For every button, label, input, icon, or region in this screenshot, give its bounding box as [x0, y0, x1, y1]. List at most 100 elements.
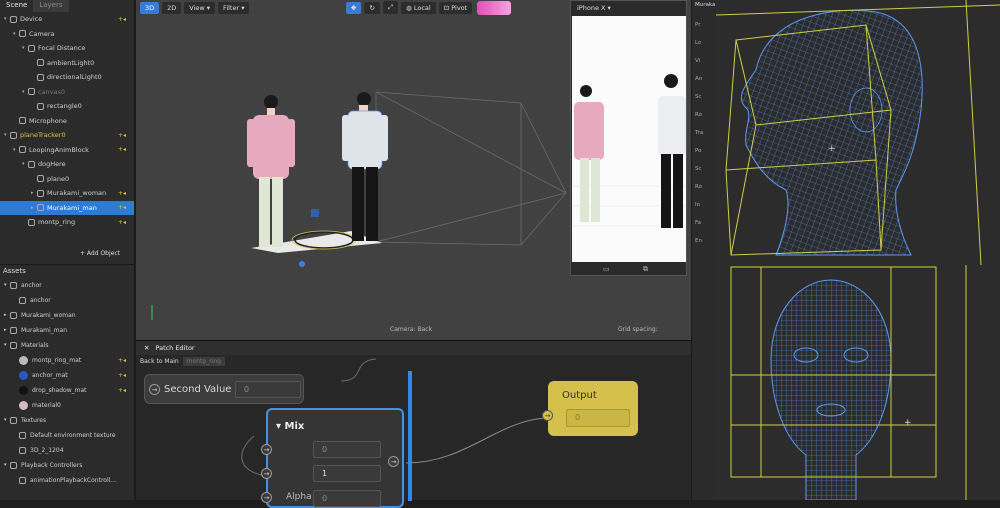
rotate-tool-icon[interactable]: ↻	[364, 1, 380, 14]
scene-tree-item[interactable]: plane0	[0, 172, 134, 187]
scene-tree-label: Camera	[29, 29, 55, 38]
scene-tree-item[interactable]: ▾ dogHere	[0, 157, 134, 172]
mix-input-a-field[interactable]: 0	[313, 441, 381, 458]
inspector-row[interactable]: Pr	[695, 22, 717, 28]
second-value-node[interactable]: → Second Value 0	[144, 374, 304, 404]
scale-tool-icon[interactable]: ⤢	[382, 1, 399, 14]
patch-badge-icon[interactable]: +◂	[118, 190, 126, 197]
second-value-field[interactable]: 0	[235, 381, 301, 398]
inspector-row[interactable]: Lo	[695, 40, 717, 46]
rotate-device-icon[interactable]: ▭	[603, 265, 610, 273]
patch-badge-icon[interactable]: +◂	[118, 387, 126, 394]
scene-tree-item[interactable]: ▾ LoopingAnimBlock +◂	[0, 143, 134, 158]
scene-tree-item[interactable]: ▾ planeTracker0 +◂	[0, 128, 134, 143]
asset-item[interactable]: ▾ anchor	[0, 278, 134, 293]
asset-item[interactable]: drop_shadow_mat +◂	[0, 383, 134, 398]
output-label: Output	[562, 390, 597, 401]
add-object-button[interactable]: + Add Object	[0, 250, 134, 264]
asset-item[interactable]: ▸ Murakami_man	[0, 323, 134, 338]
scene-tree-item[interactable]: ▸ Murakami_man +◂	[0, 200, 134, 215]
inspector-panel: Muraka Pr Lo Vi An Sc Ro Tra Po Sc Ro In Fa En	[691, 0, 716, 500]
inspector-row[interactable]: Po	[695, 148, 717, 154]
object-icon	[28, 160, 35, 168]
view-dropdown[interactable]: View ▾	[184, 1, 216, 14]
output-field[interactable]: 0	[566, 409, 630, 427]
inspector-row[interactable]: En	[695, 238, 717, 244]
asset-item[interactable]: 3D_2_1204	[0, 443, 134, 458]
move-tool-icon[interactable]: ✥	[346, 1, 362, 14]
local-toggle[interactable]: ◍ Local	[401, 1, 436, 14]
patch-badge-icon[interactable]: +◂	[118, 146, 126, 153]
pivot-label: Pivot	[451, 3, 468, 12]
woman-figure	[247, 95, 295, 247]
alpha-input-port[interactable]: →	[261, 492, 272, 503]
scene-tree-item[interactable]: ▾ Device +◂	[0, 12, 134, 27]
output-input-port[interactable]: →	[542, 410, 553, 421]
preview-render	[572, 74, 686, 228]
scene-tree-label: canvas0	[38, 87, 66, 96]
mix-input-b-field[interactable]: 1	[313, 465, 381, 482]
patch-badge-icon[interactable]: +◂	[118, 372, 126, 379]
mode-3d-button[interactable]: 3D	[140, 1, 160, 14]
globe-icon: ◍	[406, 3, 414, 12]
asset-item[interactable]: ▸ Murakami_woman	[0, 308, 134, 323]
scene-tree-item[interactable]: ▾ Focal Distance	[0, 41, 134, 56]
output-node[interactable]: Output 0 →	[542, 381, 638, 436]
tab-scene[interactable]: Scene	[0, 0, 33, 12]
scene-tree-label: planeTracker0	[20, 131, 66, 140]
device-dropdown[interactable]: iPhone X ▾	[577, 4, 611, 12]
second-value-input-port[interactable]: →	[149, 384, 160, 395]
scene-tree-item[interactable]: rectangle0	[0, 99, 134, 114]
object-icon	[37, 102, 44, 110]
object-icon	[28, 88, 35, 96]
asset-item[interactable]: Default environment texture	[0, 428, 134, 443]
scene-tree-item[interactable]: ▸ Murakami_woman +◂	[0, 186, 134, 201]
scene-tree-item[interactable]: ▾ canvas0	[0, 85, 134, 100]
asset-item[interactable]: anchor	[0, 293, 134, 308]
inspector-row[interactable]: Vi	[695, 58, 717, 64]
tab-layers[interactable]: Layers	[33, 0, 69, 12]
folder-icon	[19, 476, 26, 484]
inspector-row[interactable]: Sc	[695, 94, 717, 100]
object-icon	[19, 117, 26, 125]
inspector-row[interactable]: In	[695, 202, 717, 208]
scene-tree-label: LoopingAnimBlock	[29, 145, 89, 154]
asset-item[interactable]: ▾ Playback Controllers	[0, 458, 134, 473]
pivot-toggle[interactable]: ⊡ Pivot	[438, 1, 473, 14]
inspector-row[interactable]: Fa	[695, 220, 717, 226]
patch-badge-icon[interactable]: +◂	[118, 132, 126, 139]
inspector-row[interactable]: An	[695, 76, 717, 82]
scene-tree-item[interactable]: montp_ring +◂	[0, 215, 134, 230]
record-icon[interactable]: ⧉	[643, 265, 648, 274]
patch-badge-icon[interactable]: +◂	[118, 204, 126, 211]
filter-dropdown[interactable]: Filter ▾	[218, 1, 250, 14]
asset-item[interactable]: anchor_mat +◂	[0, 368, 134, 383]
asset-item[interactable]: ▾ Materials	[0, 338, 134, 353]
asset-item[interactable]: ▾ Textures	[0, 413, 134, 428]
asset-item[interactable]: material0	[0, 398, 134, 413]
mix-input-a-port[interactable]: →	[261, 444, 272, 455]
patch-badge-icon[interactable]: +◂	[118, 219, 126, 226]
mode-2d-button[interactable]: 2D	[162, 1, 182, 14]
mix-output-port[interactable]: →	[388, 456, 399, 467]
device-preview: iPhone X ▾ ▭ ⧉	[570, 0, 687, 276]
inspector-row[interactable]: Ro	[695, 112, 717, 118]
inspector-row[interactable]: Tra	[695, 130, 717, 136]
folder-icon	[19, 446, 26, 454]
alpha-field[interactable]: 0	[313, 490, 381, 507]
mix-node[interactable]: ▾ Mix → 0 → 1 → → Alpha 0	[261, 408, 404, 508]
patch-badge-icon[interactable]: +◂	[118, 16, 126, 23]
scene-tree-label: Murakami_man	[47, 203, 97, 212]
patch-badge-icon[interactable]: +◂	[118, 357, 126, 364]
asset-item[interactable]: montp_ring_mat +◂	[0, 353, 134, 368]
inspector-row[interactable]: Ro	[695, 184, 717, 190]
scene-tree-item[interactable]: directionalLight0	[0, 70, 134, 85]
scene-tree-item[interactable]: ambientLight0	[0, 56, 134, 71]
mix-input-b-port[interactable]: →	[261, 468, 272, 479]
asset-label: montp_ring_mat	[32, 356, 82, 364]
scene-tree-item[interactable]: ▾ Camera	[0, 27, 134, 42]
scene-tree-item[interactable]: Microphone	[0, 114, 134, 129]
inspector-row[interactable]: Sc	[695, 166, 717, 172]
assets-list: ▾ anchor anchor ▸ Murakami_woman ▸ Murakami_ma…	[0, 278, 134, 488]
asset-item[interactable]: animationPlaybackControll...	[0, 473, 134, 488]
